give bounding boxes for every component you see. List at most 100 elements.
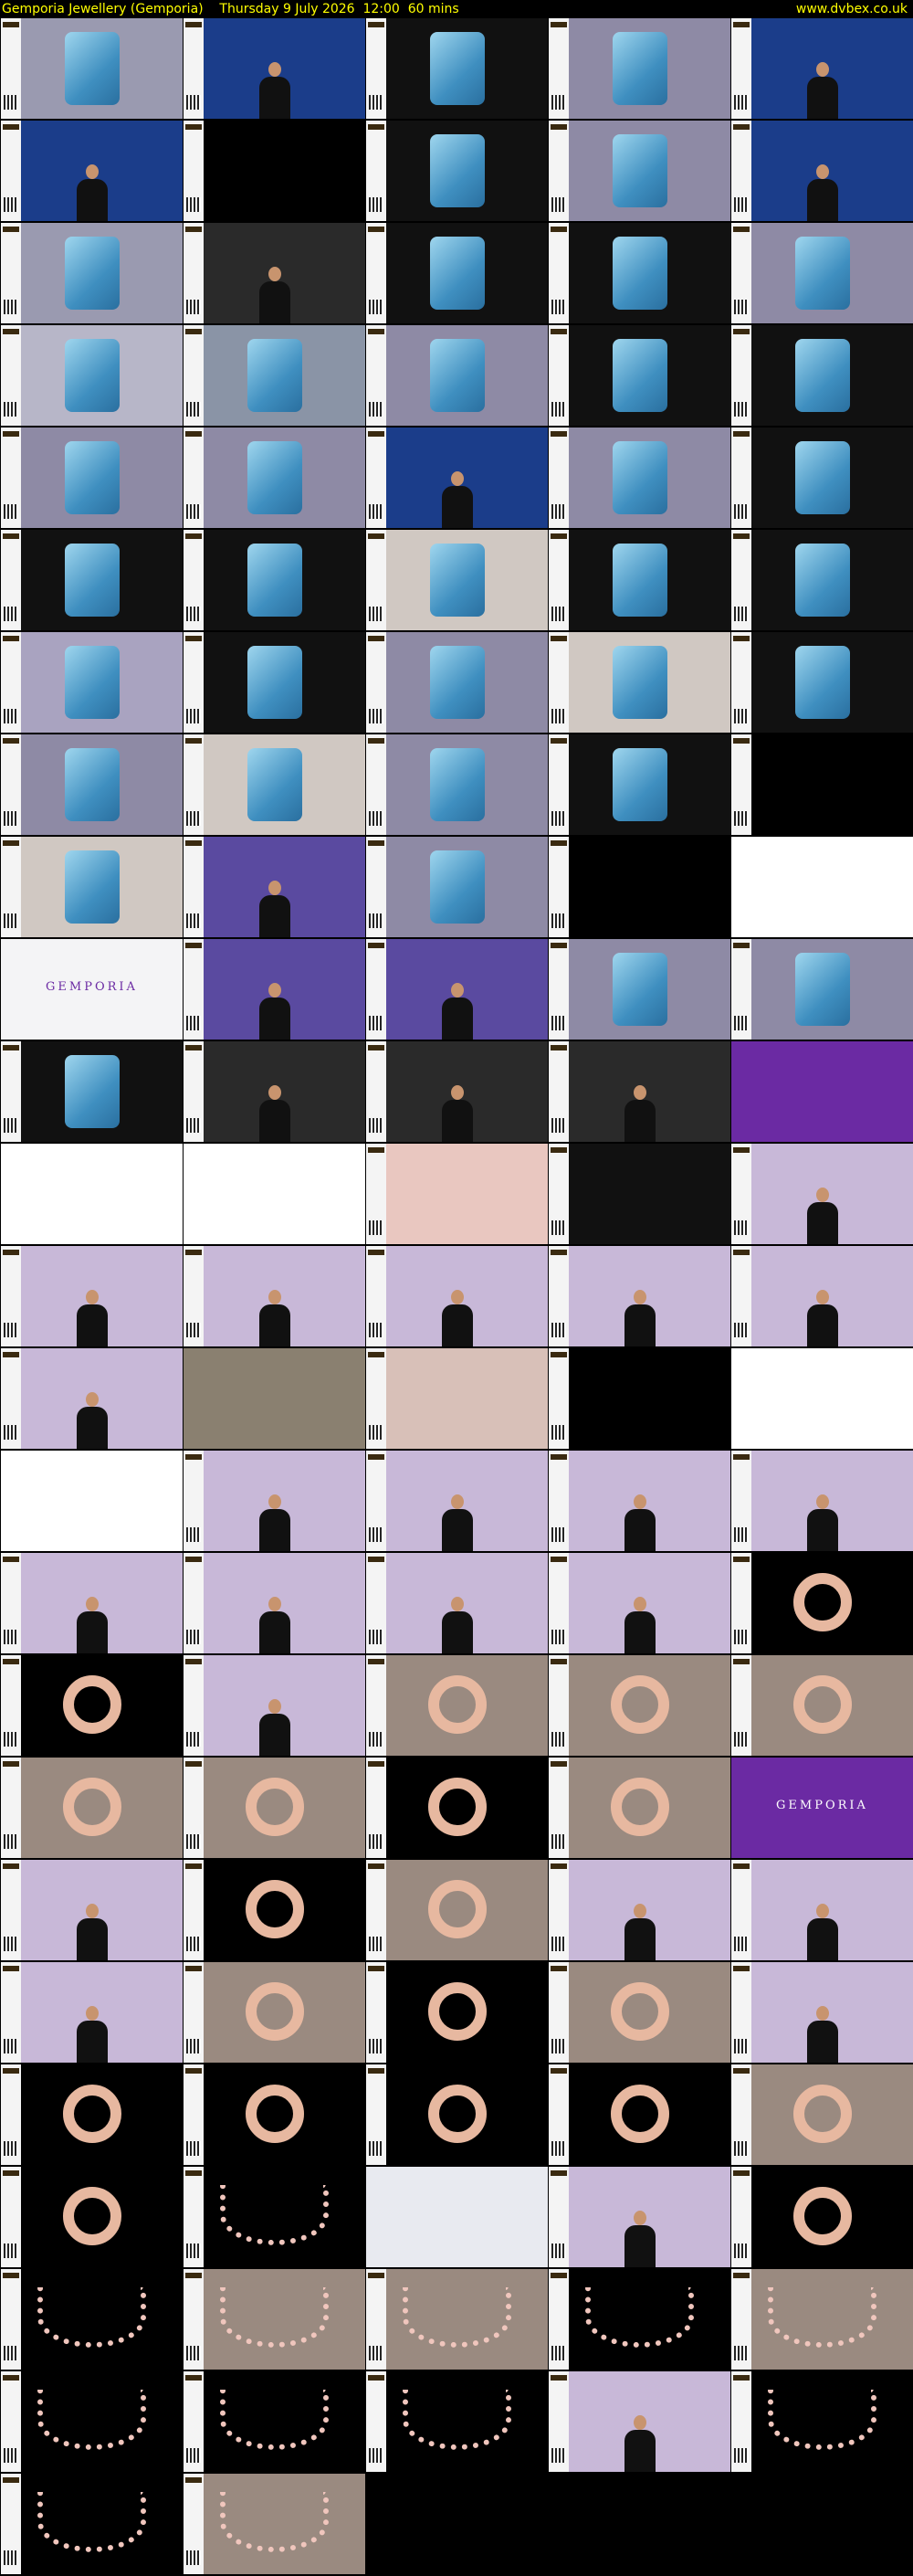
video-thumbnail[interactable] [731, 530, 913, 630]
video-thumbnail[interactable] [184, 1553, 365, 1653]
video-thumbnail[interactable] [549, 2371, 730, 2472]
video-thumbnail[interactable] [184, 1144, 365, 1244]
video-thumbnail[interactable] [366, 2167, 548, 2267]
video-thumbnail[interactable] [184, 223, 365, 323]
video-thumbnail[interactable] [549, 325, 730, 426]
video-thumbnail[interactable] [366, 428, 548, 528]
video-thumbnail[interactable] [184, 2064, 365, 2165]
video-thumbnail[interactable] [184, 1348, 365, 1449]
video-thumbnail[interactable] [1, 2167, 183, 2267]
video-thumbnail[interactable] [1, 2371, 183, 2472]
video-thumbnail[interactable] [184, 325, 365, 426]
video-thumbnail[interactable] [184, 1655, 365, 1756]
video-thumbnail[interactable] [549, 2064, 730, 2165]
video-thumbnail[interactable] [731, 1348, 913, 1449]
video-thumbnail[interactable] [549, 530, 730, 630]
video-thumbnail[interactable] [366, 325, 548, 426]
video-thumbnail[interactable] [1, 2064, 183, 2165]
video-thumbnail[interactable] [184, 837, 365, 937]
video-thumbnail[interactable] [731, 2269, 913, 2370]
video-thumbnail[interactable] [366, 530, 548, 630]
video-thumbnail[interactable] [1, 530, 183, 630]
video-thumbnail[interactable] [184, 1758, 365, 1858]
video-thumbnail[interactable] [731, 939, 913, 1040]
video-thumbnail[interactable] [731, 632, 913, 733]
video-thumbnail[interactable] [184, 939, 365, 1040]
video-thumbnail[interactable] [1, 223, 183, 323]
video-thumbnail[interactable] [366, 2269, 548, 2370]
video-thumbnail[interactable] [184, 1962, 365, 2063]
video-thumbnail[interactable] [366, 734, 548, 835]
video-thumbnail[interactable] [366, 1246, 548, 1346]
video-thumbnail[interactable] [549, 1962, 730, 2063]
video-thumbnail[interactable] [366, 1553, 548, 1653]
video-thumbnail[interactable] [184, 734, 365, 835]
video-thumbnail[interactable] [1, 1246, 183, 1346]
video-thumbnail[interactable] [1, 1655, 183, 1756]
video-thumbnail[interactable] [549, 1451, 730, 1551]
video-thumbnail[interactable] [184, 632, 365, 733]
video-thumbnail[interactable] [1, 121, 183, 221]
video-thumbnail[interactable] [1, 1553, 183, 1653]
video-thumbnail[interactable] [549, 837, 730, 937]
video-thumbnail[interactable] [1, 1451, 183, 1551]
video-thumbnail[interactable] [1, 1860, 183, 1960]
video-thumbnail[interactable] [549, 428, 730, 528]
video-thumbnail[interactable] [731, 223, 913, 323]
video-thumbnail[interactable] [731, 1246, 913, 1346]
video-thumbnail[interactable] [184, 2474, 365, 2574]
video-thumbnail[interactable] [1, 837, 183, 937]
video-thumbnail[interactable] [731, 2167, 913, 2267]
video-thumbnail[interactable] [366, 2371, 548, 2472]
video-thumbnail[interactable] [366, 1962, 548, 2063]
video-thumbnail[interactable] [549, 1758, 730, 1858]
video-thumbnail[interactable] [549, 632, 730, 733]
site-link[interactable]: www.dvbex.co.uk [796, 0, 908, 18]
video-thumbnail[interactable] [731, 1553, 913, 1653]
video-thumbnail[interactable] [184, 1451, 365, 1551]
video-thumbnail[interactable] [731, 1144, 913, 1244]
video-thumbnail[interactable] [366, 1655, 548, 1756]
video-thumbnail[interactable] [1, 325, 183, 426]
video-thumbnail[interactable] [184, 2167, 365, 2267]
video-thumbnail[interactable] [731, 1655, 913, 1756]
video-thumbnail[interactable] [731, 2371, 913, 2472]
video-thumbnail[interactable] [731, 1962, 913, 2063]
video-thumbnail[interactable] [366, 837, 548, 937]
video-thumbnail[interactable] [1, 2474, 183, 2574]
video-thumbnail[interactable] [549, 939, 730, 1040]
video-thumbnail[interactable] [1, 428, 183, 528]
video-thumbnail[interactable] [1, 2269, 183, 2370]
video-thumbnail[interactable] [366, 1041, 548, 1142]
video-thumbnail[interactable] [184, 1041, 365, 1142]
video-thumbnail[interactable] [549, 1246, 730, 1346]
video-thumbnail[interactable] [1, 632, 183, 733]
video-thumbnail[interactable] [731, 1860, 913, 1960]
video-thumbnail[interactable] [1, 18, 183, 119]
video-thumbnail[interactable] [366, 2064, 548, 2165]
video-thumbnail[interactable] [184, 121, 365, 221]
video-thumbnail[interactable] [731, 837, 913, 937]
video-thumbnail[interactable] [731, 1041, 913, 1142]
video-thumbnail[interactable] [731, 18, 913, 119]
video-thumbnail[interactable] [1, 1962, 183, 2063]
video-thumbnail[interactable] [731, 734, 913, 835]
video-thumbnail[interactable]: GEMPORIA [1, 939, 183, 1040]
video-thumbnail[interactable] [731, 121, 913, 221]
video-thumbnail[interactable] [184, 2269, 365, 2370]
video-thumbnail[interactable] [549, 1041, 730, 1142]
video-thumbnail[interactable] [366, 632, 548, 733]
video-thumbnail[interactable]: GEMPORIA [731, 1758, 913, 1858]
video-thumbnail[interactable] [549, 1553, 730, 1653]
video-thumbnail[interactable] [1, 1348, 183, 1449]
video-thumbnail[interactable] [549, 2269, 730, 2370]
video-thumbnail[interactable] [549, 1655, 730, 1756]
video-thumbnail[interactable] [731, 325, 913, 426]
video-thumbnail[interactable] [366, 121, 548, 221]
video-thumbnail[interactable] [366, 939, 548, 1040]
video-thumbnail[interactable] [549, 2167, 730, 2267]
video-thumbnail[interactable] [731, 2064, 913, 2165]
video-thumbnail[interactable] [549, 1860, 730, 1960]
video-thumbnail[interactable] [184, 530, 365, 630]
video-thumbnail[interactable] [549, 121, 730, 221]
